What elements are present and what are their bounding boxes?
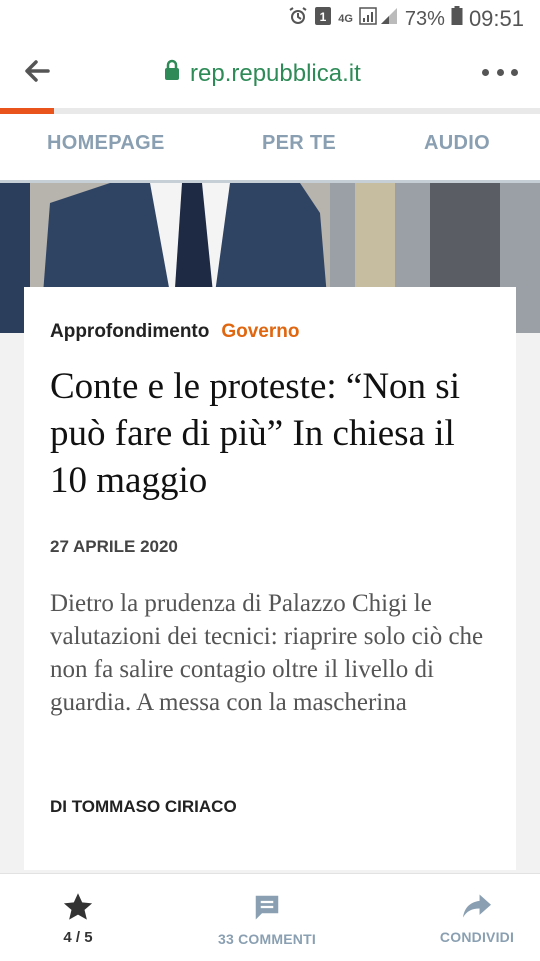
battery-percent: 73% [404, 7, 445, 30]
share-button[interactable]: CONDIVIDI [432, 892, 522, 945]
url-text: rep.repubblica.it [190, 59, 361, 87]
url-field[interactable]: rep.repubblica.it [164, 59, 361, 88]
article-date: 27 APRILE 2020 [50, 537, 178, 556]
section-tabs: HOMEPAGE PER TE AUDIO [0, 114, 540, 183]
browser-toolbar: rep.repubblica.it [0, 38, 540, 108]
share-icon [432, 892, 522, 925]
favorite-button[interactable]: 4 / 5 [58, 892, 98, 946]
tab-audio[interactable]: AUDIO [424, 132, 490, 155]
svg-text:1: 1 [320, 10, 327, 24]
tab-per-te[interactable]: PER TE [262, 132, 336, 155]
bottom-action-bar: 4 / 5 33 COMMENTI CONDIVIDI [0, 873, 540, 961]
share-label: CONDIVIDI [439, 929, 515, 945]
more-dots-icon[interactable] [482, 58, 518, 86]
status-icons: 1 4G 73% 09:51 [288, 6, 524, 32]
article-pager: 4 / 5 [63, 929, 93, 946]
article-kicker: Approfondimento Governo [50, 321, 299, 343]
signal-icon [359, 6, 399, 32]
network-type: 4G [338, 13, 353, 25]
article-title: Conte e le proteste: “Non si può fare di… [50, 366, 460, 501]
star-icon [58, 892, 98, 927]
lock-icon [164, 59, 180, 88]
alarm-icon [288, 6, 308, 32]
tab-homepage[interactable]: HOMEPAGE [47, 132, 165, 155]
article-category[interactable]: Governo [221, 321, 299, 342]
clock: 09:51 [468, 6, 524, 31]
notification-icon: 1 [314, 6, 332, 32]
comment-icon [206, 892, 328, 927]
battery-icon [451, 6, 463, 32]
article-summary: Dietro la prudenza di Palazzo Chigi le v… [50, 590, 484, 716]
comments-button[interactable]: 33 COMMENTI [206, 892, 328, 947]
article-section: Approfondimento [50, 321, 210, 342]
article-author: DI TOMMASO CIRIACO [50, 797, 237, 816]
article-card[interactable]: Approfondimento Governo Conte e le protes… [24, 287, 516, 870]
back-arrow-icon[interactable] [20, 54, 54, 88]
comments-label: 33 COMMENTI [218, 931, 316, 947]
status-bar: 1 4G 73% 09:51 [0, 0, 540, 38]
